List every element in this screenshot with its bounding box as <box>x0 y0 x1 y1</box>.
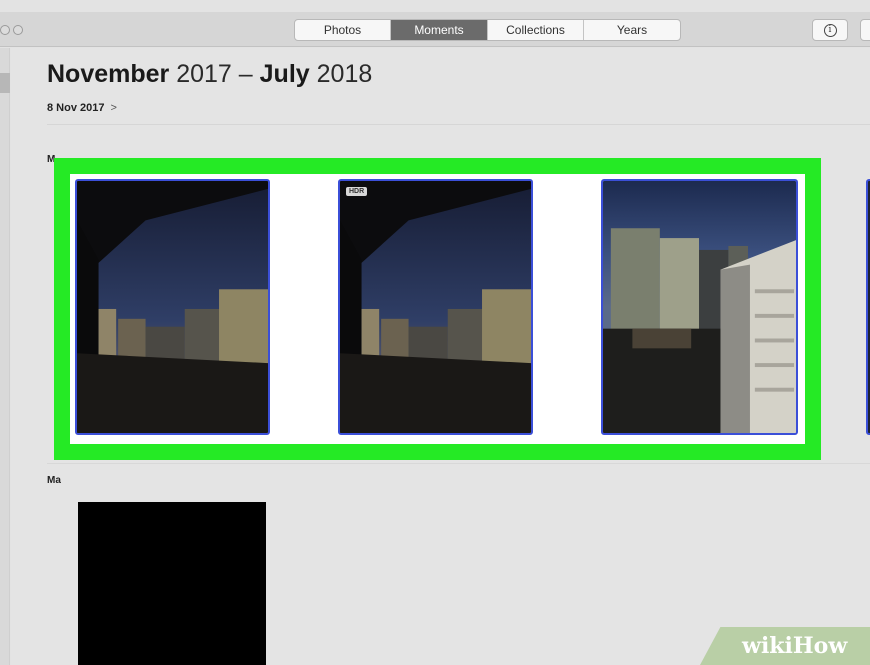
divider <box>47 463 870 464</box>
share-button[interactable] <box>860 19 870 41</box>
city-buildings-image <box>603 181 796 433</box>
title-year-start: 2017 <box>176 60 232 88</box>
moment-date-link[interactable]: 8 Nov 2017 > <box>47 102 117 114</box>
night-skyline-image <box>77 181 268 433</box>
photos-app-window: Photos Moments Collections Years i Novem… <box>0 0 870 665</box>
sidebar <box>0 48 10 665</box>
hdr-badge: HDR <box>346 187 368 196</box>
title-month-end: July <box>259 60 310 88</box>
page-title: November 2017 – July 2018 <box>47 60 372 89</box>
title-year-end: 2018 <box>316 60 373 88</box>
moment-date: 8 Nov 2017 <box>47 102 105 114</box>
watermark-logo: wikiHow <box>742 633 848 659</box>
info-icon: i <box>823 23 837 37</box>
window-control-dot[interactable] <box>13 25 23 35</box>
night-skyline-image <box>340 181 531 433</box>
photo-thumbnail[interactable] <box>75 179 270 435</box>
window-controls <box>0 25 23 35</box>
title-separator: – <box>238 60 253 88</box>
tab-photos[interactable]: Photos <box>295 20 391 40</box>
tab-collections[interactable]: Collections <box>488 20 584 40</box>
toolbar: Photos Moments Collections Years i <box>0 12 870 47</box>
photo-thumbnail[interactable]: HDR <box>338 179 533 435</box>
photo-thumbnail[interactable] <box>78 502 266 665</box>
tab-moments[interactable]: Moments <box>391 20 488 40</box>
title-month-start: November <box>47 60 170 88</box>
sidebar-selected-item[interactable] <box>0 73 10 93</box>
divider <box>47 124 870 125</box>
photo-thumbnail[interactable] <box>601 179 798 435</box>
photo-thumbnail[interactable] <box>866 179 870 435</box>
section-label: Ma <box>47 475 61 486</box>
window-control-dot[interactable] <box>0 25 10 35</box>
chevron-right-icon: > <box>110 102 117 114</box>
tab-years[interactable]: Years <box>584 20 680 40</box>
view-segmented-control: Photos Moments Collections Years <box>294 19 681 41</box>
info-button[interactable]: i <box>812 19 848 41</box>
